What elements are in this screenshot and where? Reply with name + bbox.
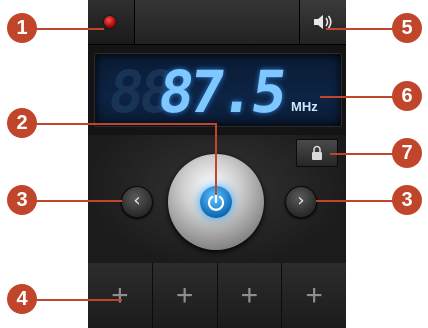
frequency-display: 88 87.5 MHz: [94, 53, 342, 127]
favorite-slot-4[interactable]: +: [282, 263, 346, 328]
callout-3-left-leader: [30, 200, 122, 202]
record-button[interactable]: [88, 0, 135, 44]
callout-6-leader: [320, 96, 396, 98]
callout-7-leader: [330, 153, 396, 155]
callout-1: 1: [7, 13, 37, 43]
callout-3-right-leader: [316, 200, 396, 202]
power-icon: [207, 192, 225, 211]
favorites-bar: + + + +: [88, 263, 346, 328]
callout-2-leader-h: [30, 123, 217, 125]
favorite-slot-3[interactable]: +: [217, 263, 283, 328]
callout-7: 7: [392, 138, 422, 168]
speaker-button[interactable]: [300, 0, 346, 44]
callout-3-left: 3: [7, 185, 37, 215]
callout-4: 4: [7, 284, 37, 314]
callout-6: 6: [392, 81, 422, 111]
previous-station-button[interactable]: ‹: [121, 186, 153, 218]
callout-5-leader: [326, 28, 396, 30]
callout-1-leader: [30, 28, 104, 30]
fm-radio-screen: 88 87.5 MHz ‹ › + + + +: [88, 0, 346, 328]
callout-5: 5: [392, 13, 422, 43]
callout-2: 2: [7, 108, 37, 138]
callout-4-leader: [30, 299, 122, 301]
lock-icon: [312, 145, 322, 160]
callout-2-leader-v: [215, 123, 217, 195]
top-bar: [88, 0, 346, 45]
favorite-slot-2[interactable]: +: [152, 263, 218, 328]
next-station-button[interactable]: ›: [285, 186, 317, 218]
favorite-slot-1[interactable]: +: [88, 263, 153, 328]
callout-3-right: 3: [392, 185, 422, 215]
tuning-controls: ‹ ›: [88, 135, 346, 263]
frequency-unit: MHz: [291, 99, 318, 114]
record-icon: [104, 16, 116, 28]
top-bar-spacer: [135, 0, 300, 44]
frequency-value: 87.5: [154, 58, 288, 126]
